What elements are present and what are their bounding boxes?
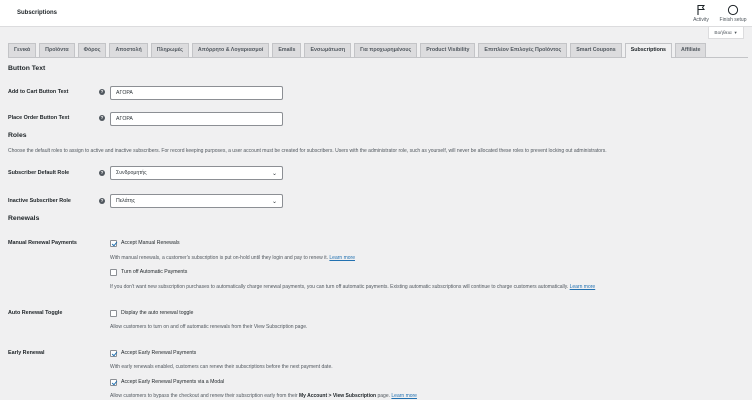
manual-renewal-description-text: With manual renewals, a customer's subsc… (110, 255, 329, 261)
roles-heading: Roles (8, 132, 27, 139)
early-renewal-modal-description: Allow customers to bypass the checkout a… (110, 393, 417, 399)
button-text-heading: Button Text (8, 65, 46, 72)
place-order-text-input[interactable]: ΑΓΟΡΑ (110, 112, 283, 126)
tab-item[interactable]: Απόρρητο & Λογαριασμοί (191, 43, 270, 57)
early-renewal-label: Early Renewal (8, 350, 45, 356)
help-tab-label: Βοήθεια (714, 31, 732, 36)
help-tooltip-icon[interactable]: ? (99, 115, 105, 121)
place-order-label: Place Order Button Text (8, 115, 70, 121)
tab-item[interactable]: Product Visibility (420, 43, 476, 57)
modal-description-text: Allow customers to bypass the checkout a… (110, 393, 298, 399)
learn-more-link[interactable]: Learn more (329, 255, 355, 261)
auto-renewal-toggle-label: Auto Renewal Toggle (8, 310, 63, 316)
inactive-subscriber-role-label: Inactive Subscriber Role (8, 198, 71, 204)
activity-label: Activity (693, 17, 709, 23)
checkbox-box[interactable] (110, 310, 117, 317)
roles-description: Choose the default roles to assign to ac… (8, 148, 607, 154)
tab-item[interactable]: Αποστολή (109, 43, 148, 57)
checkbox-box[interactable] (110, 240, 117, 247)
add-to-cart-text-input[interactable]: ΑΓΟΡΑ (110, 86, 283, 100)
tab-item[interactable]: Φόρος (77, 43, 107, 57)
tab-item[interactable]: Για προχωρημένους (354, 43, 418, 57)
help-tooltip-icon[interactable]: ? (99, 170, 105, 176)
help-tab-button[interactable]: Βοήθεια ▼ (708, 27, 744, 39)
turn-off-description: If you don't want new subscription purch… (110, 284, 595, 290)
inactive-subscriber-role-select[interactable]: Πελάτης ⌄ (110, 194, 283, 208)
checkbox-box[interactable] (110, 379, 117, 386)
checkbox-box[interactable] (110, 350, 117, 357)
display-auto-renewal-toggle-label: Display the auto renewal toggle (121, 310, 194, 316)
checkbox-box[interactable] (110, 269, 117, 276)
progress-circle-icon (727, 4, 739, 16)
chevron-down-icon: ▼ (733, 30, 738, 35)
early-renewal-description: With early renewals enabled, customers c… (110, 364, 333, 370)
tab-item[interactable]: Affiliate (675, 43, 707, 57)
my-account-path: My Account > View Subscription (298, 393, 377, 399)
tab-item[interactable]: Προϊόντα (39, 43, 75, 57)
finish-setup-label: Finish setup (719, 17, 747, 23)
manual-renewal-label: Manual Renewal Payments (8, 240, 77, 246)
tab-item[interactable]: Πληρωμές (150, 43, 189, 57)
accept-early-renewal-modal-label: Accept Early Renewal Payments via a Moda… (121, 379, 225, 385)
accept-early-renewal-label: Accept Early Renewal Payments (121, 350, 197, 356)
subscriber-default-role-select[interactable]: Συνδρομητής ⌄ (110, 166, 283, 180)
renewals-heading: Renewals (8, 215, 40, 222)
finish-setup-button[interactable]: Finish setup (718, 4, 748, 23)
help-tooltip-icon[interactable]: ? (99, 89, 105, 95)
settings-tabs: Γενικά Προϊόντα Φόρος Αποστολή Πληρωμές Απόρρ… (8, 43, 748, 58)
tab-item[interactable]: Γενικά (8, 43, 37, 57)
auto-renewal-toggle-description: Allow customers to turn on and off autom… (110, 324, 308, 330)
turn-off-description-text: If you don't want new subscription purch… (110, 284, 569, 290)
manual-renewal-description: With manual renewals, a customer's subsc… (110, 255, 355, 261)
admin-header: Subscriptions Activity Finish setup (0, 0, 752, 27)
subscriber-default-role-value: Συνδρομητής (116, 170, 147, 176)
tab-item[interactable]: Ενσωμάτωση (304, 43, 352, 57)
subscriber-default-role-label: Subscriber Default Role (8, 170, 70, 176)
modal-description-suffix: page. (377, 393, 390, 399)
chevron-down-icon: ⌄ (271, 199, 277, 205)
flag-icon (697, 5, 705, 15)
inactive-subscriber-role-value: Πελάτης (116, 198, 136, 204)
learn-more-link[interactable]: Learn more (570, 284, 596, 290)
activity-button[interactable]: Activity (686, 4, 716, 23)
chevron-down-icon: ⌄ (271, 171, 277, 177)
tab-item[interactable]: Smart Coupons (570, 43, 622, 57)
learn-more-link[interactable]: Learn more (391, 393, 417, 399)
turn-off-automatic-payments-label: Turn off Automatic Payments (121, 269, 188, 275)
page-title: Subscriptions (17, 10, 58, 16)
tab-subscriptions-active[interactable]: Subscriptions (624, 43, 673, 58)
add-to-cart-label: Add to Cart Button Text (8, 89, 69, 95)
tab-item[interactable]: Emails (272, 43, 302, 57)
accept-manual-renewals-label: Accept Manual Renewals (121, 240, 180, 246)
tab-item[interactable]: Επιπλέον Επιλογές Προϊόντος (478, 43, 568, 57)
help-tooltip-icon[interactable]: ? (99, 198, 105, 204)
